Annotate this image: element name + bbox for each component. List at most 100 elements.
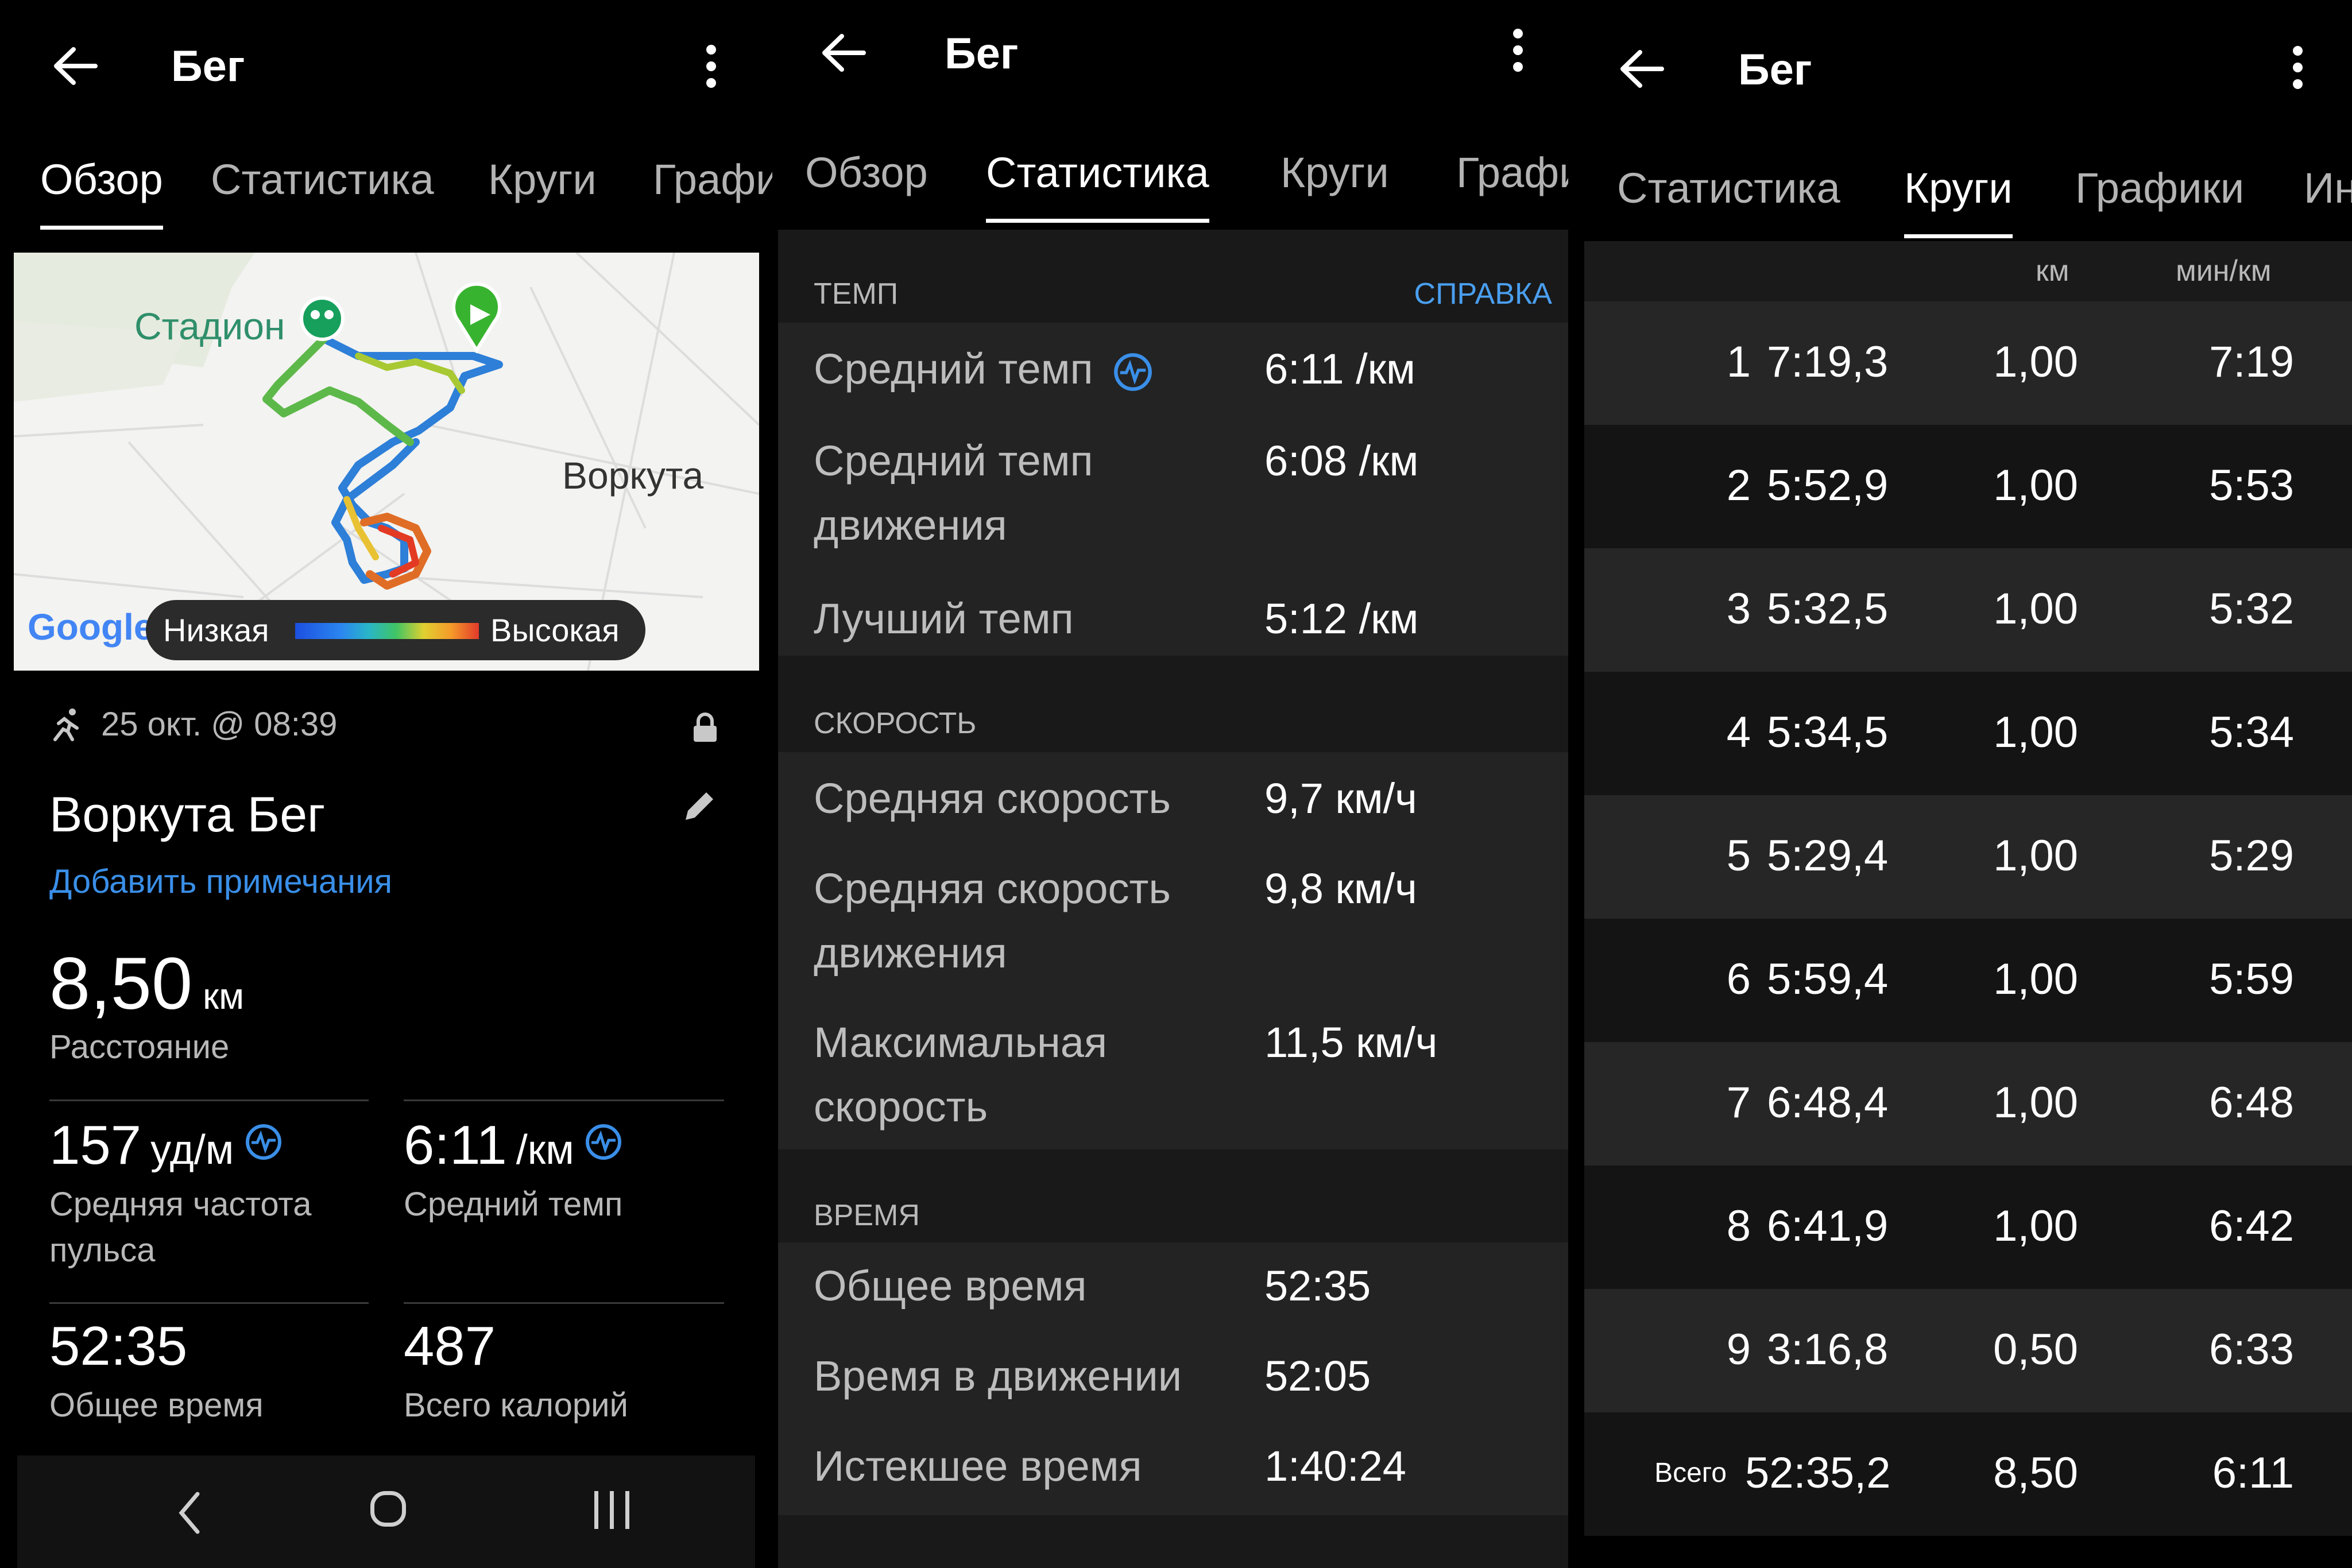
- lap-number: 4: [1726, 708, 1751, 757]
- back-arrow-icon[interactable]: [821, 33, 867, 73]
- lap-time: 6:48,4: [1767, 1078, 1889, 1127]
- edit-pencil-icon[interactable]: [682, 788, 718, 823]
- lap-time: 5:59,4: [1767, 955, 1889, 1004]
- divider: [404, 1302, 724, 1304]
- more-options-icon[interactable]: [705, 45, 717, 96]
- tab-bar: Статистика Круги Графики Ин: [1584, 164, 2352, 238]
- stat-value: 6:08 /км: [1264, 437, 1419, 485]
- app-title: Бег: [171, 42, 245, 91]
- lap-number: 9: [1726, 1325, 1751, 1374]
- lap-row[interactable]: 5 5:29,4 1,00 5:29: [1584, 795, 2352, 919]
- lap-number: 2: [1726, 461, 1751, 510]
- lap-row[interactable]: 9 3:16,8 0,50 6:33: [1584, 1289, 2352, 1412]
- tab-statistics[interactable]: Статистика: [211, 155, 434, 204]
- app-bar: Бег: [778, 0, 1568, 132]
- route-map[interactable]: Стадион Воркута Google Низкая Высокая: [14, 253, 759, 671]
- lap-row[interactable]: 8 6:41,9 1,00 6:42: [1584, 1166, 2352, 1289]
- section-title: ВРЕМЯ: [814, 1199, 920, 1232]
- lap-row[interactable]: 6 5:59,4 1,00 5:59: [1584, 919, 2352, 1042]
- stat-label: Общее время: [49, 1387, 264, 1424]
- more-options-icon[interactable]: [2292, 46, 2303, 98]
- back-arrow-icon[interactable]: [1619, 49, 1665, 89]
- section-header-next: [778, 1515, 1568, 1568]
- lap-row[interactable]: 7 6:48,4 1,00 6:48: [1584, 1042, 2352, 1166]
- tab-laps[interactable]: Круги: [488, 155, 597, 204]
- stat-label: Средний темп: [814, 337, 1216, 401]
- lock-icon[interactable]: [692, 712, 718, 743]
- legend-low: Низкая: [163, 612, 269, 648]
- stat-unit: уд/м: [150, 1127, 234, 1173]
- lap-number: 6: [1726, 955, 1751, 1004]
- app-title: Бег: [1738, 45, 1812, 94]
- tab-overview[interactable]: Обзор: [805, 148, 928, 197]
- lap-pace: 6:33: [2209, 1325, 2294, 1374]
- lap-time: 52:35,2: [1745, 1449, 1891, 1497]
- tab-bar: Обзор Статистика Круги Графи: [0, 155, 772, 230]
- lap-time: 6:41,9: [1767, 1202, 1889, 1250]
- add-notes-link[interactable]: Добавить примечания: [49, 862, 392, 901]
- section-title: СКОРОСТЬ: [814, 707, 977, 740]
- lap-pace: 6:42: [2209, 1202, 2294, 1250]
- stat-label: Средний темп движения: [814, 437, 1093, 549]
- lap-distance: 1,00: [1993, 955, 2078, 1004]
- lap-number: 7: [1726, 1078, 1751, 1127]
- section-title: ТЕМП: [814, 277, 899, 311]
- lap-row[interactable]: 2 5:52,9 1,00 5:53: [1584, 425, 2352, 548]
- lap-row[interactable]: 3 5:32,5 1,00 5:32: [1584, 548, 2352, 672]
- tab-laps[interactable]: Круги: [1904, 164, 2013, 238]
- lap-distance: 0,50: [1993, 1325, 2078, 1374]
- divider: [49, 1099, 369, 1101]
- more-options-icon[interactable]: [1512, 29, 1523, 80]
- lap-time: 5:32,5: [1767, 584, 1889, 633]
- statistics-panel: Бег Обзор Статистика Круги Графи ТЕМП СП…: [778, 0, 1568, 1568]
- stat-total-time: 52:35 Общее время: [49, 1315, 371, 1428]
- stat-value: 52:35: [1264, 1262, 1371, 1310]
- tab-charts[interactable]: Графи: [653, 155, 772, 204]
- lap-row[interactable]: 4 5:34,5 1,00 5:34: [1584, 672, 2352, 795]
- back-arrow-icon[interactable]: [53, 46, 99, 86]
- activity-date: 25 окт. @ 08:39: [101, 706, 338, 743]
- map-label-city: Воркута: [562, 454, 704, 497]
- lap-distance: 1,00: [1993, 461, 2078, 510]
- lap-pace: 6:48: [2209, 1078, 2294, 1127]
- nav-home-icon[interactable]: [370, 1491, 406, 1527]
- lap-time: 5:29,4: [1767, 831, 1889, 880]
- lap-distance: 1,00: [1993, 1202, 2078, 1250]
- section-header-time: ВРЕМЯ: [778, 1149, 1568, 1242]
- heart-rate-icon: [245, 1124, 281, 1160]
- distance-value: 8,50 км: [49, 942, 244, 1026]
- help-link[interactable]: СПРАВКА: [1414, 277, 1552, 311]
- lap-distance: 8,50: [1993, 1449, 2078, 1497]
- lap-number: 1: [1726, 338, 1751, 386]
- lap-row[interactable]: 1 7:19,3 1,00 7:19: [1584, 301, 2352, 425]
- lap-pace: 7:19: [2209, 338, 2294, 386]
- stat-value: 1:40:24: [1264, 1442, 1406, 1490]
- stat-label: Средняя скорость движения: [814, 865, 1171, 977]
- lap-time: 3:16,8: [1767, 1325, 1889, 1374]
- distance-number: 8,50: [49, 943, 193, 1025]
- tab-statistics[interactable]: Статистика: [1617, 164, 1840, 212]
- stat-value: 52:35: [49, 1315, 188, 1377]
- activity-name: Воркута Бег: [49, 787, 326, 842]
- column-header-distance: км: [2036, 254, 2069, 288]
- tab-statistics[interactable]: Статистика: [986, 148, 1209, 223]
- lap-time: 7:19,3: [1767, 338, 1889, 386]
- section-header-pace: ТЕМП СПРАВКА: [778, 230, 1568, 323]
- stat-label: Лучший темп: [814, 595, 1074, 642]
- nav-recent-apps-icon[interactable]: [594, 1491, 630, 1529]
- lap-number: 3: [1726, 584, 1751, 633]
- stat-value: 157: [49, 1114, 142, 1176]
- section-body-speed: Средняя скорость 9,7 км/ч Средняя скорос…: [778, 752, 1568, 1149]
- tab-charts[interactable]: Графи: [1456, 148, 1568, 197]
- app-title: Бег: [945, 29, 1019, 78]
- tab-overview[interactable]: Обзор: [40, 155, 163, 230]
- tab-charts[interactable]: Графики: [2075, 164, 2244, 212]
- lap-pace: 5:29: [2209, 831, 2294, 880]
- nav-back-icon[interactable]: [172, 1487, 207, 1539]
- app-bar: Бег: [0, 0, 772, 132]
- tab-info[interactable]: Ин: [2304, 164, 2352, 212]
- tab-bar: Обзор Статистика Круги Графи: [778, 148, 1568, 223]
- tab-laps[interactable]: Круги: [1281, 148, 1389, 197]
- column-header-pace: мин/км: [2176, 254, 2272, 288]
- lap-number: 5: [1726, 831, 1751, 880]
